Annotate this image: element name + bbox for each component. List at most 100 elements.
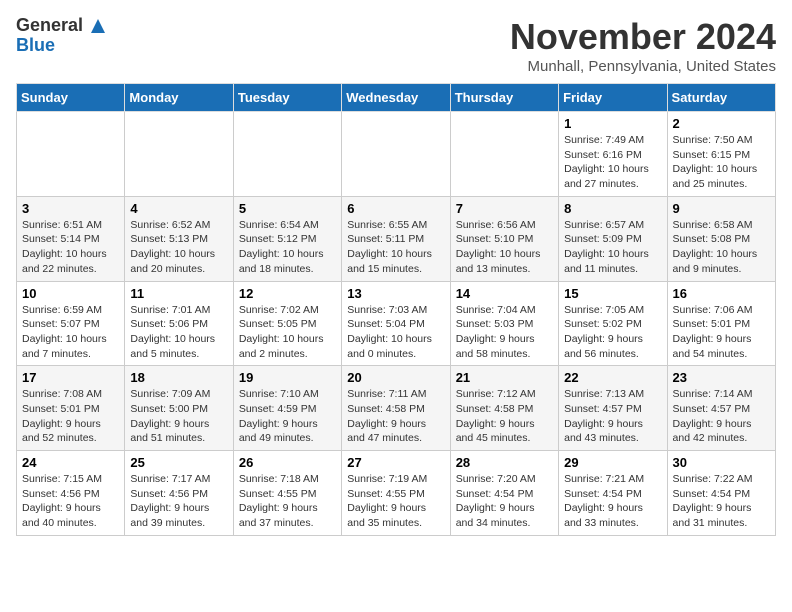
calendar-cell: 11Sunrise: 7:01 AMSunset: 5:06 PMDayligh… <box>125 281 233 366</box>
day-number: 20 <box>347 370 444 385</box>
day-number: 5 <box>239 201 336 216</box>
calendar-cell: 23 Sunrise: 7:14 AMSunset: 4:57 PMDayligh… <box>667 366 775 451</box>
day-number: 14 <box>456 286 553 301</box>
calendar-cell: 18 Sunrise: 7:09 AMSunset: 5:00 PMDayligh… <box>125 366 233 451</box>
day-info: Sunrise: 7:15 AMSunset: 4:56 PMDaylight:… <box>22 472 119 531</box>
day-number: 24 <box>22 455 119 470</box>
day-info: Sunrise: 6:51 AMSunset: 5:14 PMDaylight:… <box>22 218 119 277</box>
day-info: Sunrise: 7:08 AMSunset: 5:01 PMDaylight:… <box>22 387 119 446</box>
calendar-cell: 5 Sunrise: 6:54 AMSunset: 5:12 PMDaylight… <box>233 196 341 281</box>
calendar-cell: 13 Sunrise: 7:03 AMSunset: 5:04 PMDayligh… <box>342 281 450 366</box>
day-number: 13 <box>347 286 444 301</box>
logo: General Blue <box>16 16 107 56</box>
calendar-cell: 26 Sunrise: 7:18 AMSunset: 4:55 PMDayligh… <box>233 451 341 536</box>
day-info: Sunrise: 6:58 AMSunset: 5:08 PMDaylight:… <box>673 218 770 277</box>
calendar-cell <box>342 112 450 197</box>
day-info: Sunrise: 7:04 AMSunset: 5:03 PMDaylight:… <box>456 303 553 362</box>
calendar-cell: 20 Sunrise: 7:11 AMSunset: 4:58 PMDayligh… <box>342 366 450 451</box>
calendar-cell: 29 Sunrise: 7:21 AMSunset: 4:54 PMDayligh… <box>559 451 667 536</box>
day-number: 23 <box>673 370 770 385</box>
day-info: Sunrise: 7:10 AMSunset: 4:59 PMDaylight:… <box>239 387 336 446</box>
day-info: Sunrise: 7:17 AMSunset: 4:56 PMDaylight:… <box>130 472 227 531</box>
day-number: 1 <box>564 116 661 131</box>
calendar-cell: 3 Sunrise: 6:51 AMSunset: 5:14 PMDaylight… <box>17 196 125 281</box>
calendar-cell <box>450 112 558 197</box>
day-info: Sunrise: 7:22 AMSunset: 4:54 PMDaylight:… <box>673 472 770 531</box>
day-of-week-header: Tuesday <box>233 84 341 112</box>
day-number: 28 <box>456 455 553 470</box>
day-info: Sunrise: 6:55 AMSunset: 5:11 PMDaylight:… <box>347 218 444 277</box>
calendar-cell <box>125 112 233 197</box>
day-number: 3 <box>22 201 119 216</box>
day-info: Sunrise: 6:54 AMSunset: 5:12 PMDaylight:… <box>239 218 336 277</box>
day-number: 7 <box>456 201 553 216</box>
day-number: 27 <box>347 455 444 470</box>
day-info: Sunrise: 6:57 AMSunset: 5:09 PMDaylight:… <box>564 218 661 277</box>
logo-blue: Blue <box>16 35 55 55</box>
calendar-cell: 24 Sunrise: 7:15 AMSunset: 4:56 PMDayligh… <box>17 451 125 536</box>
day-info: Sunrise: 7:13 AMSunset: 4:57 PMDaylight:… <box>564 387 661 446</box>
day-number: 10 <box>22 286 119 301</box>
calendar-cell: 4 Sunrise: 6:52 AMSunset: 5:13 PMDaylight… <box>125 196 233 281</box>
calendar-cell: 25 Sunrise: 7:17 AMSunset: 4:56 PMDayligh… <box>125 451 233 536</box>
day-info: Sunrise: 7:05 AMSunset: 5:02 PMDaylight:… <box>564 303 661 362</box>
logo-icon <box>89 17 107 35</box>
day-of-week-header: Thursday <box>450 84 558 112</box>
day-info: Sunrise: 6:52 AMSunset: 5:13 PMDaylight:… <box>130 218 227 277</box>
calendar-cell: 27 Sunrise: 7:19 AMSunset: 4:55 PMDayligh… <box>342 451 450 536</box>
calendar-cell: 19 Sunrise: 7:10 AMSunset: 4:59 PMDayligh… <box>233 366 341 451</box>
day-info: Sunrise: 7:21 AMSunset: 4:54 PMDaylight:… <box>564 472 661 531</box>
day-info: Sunrise: 7:11 AMSunset: 4:58 PMDaylight:… <box>347 387 444 446</box>
calendar-cell: 15 Sunrise: 7:05 AMSunset: 5:02 PMDayligh… <box>559 281 667 366</box>
calendar-cell: 2Sunrise: 7:50 AMSunset: 6:15 PMDaylight… <box>667 112 775 197</box>
day-info: Sunrise: 7:14 AMSunset: 4:57 PMDaylight:… <box>673 387 770 446</box>
page-title: November 2024 <box>510 16 776 58</box>
day-number: 30 <box>673 455 770 470</box>
calendar-cell: 10 Sunrise: 6:59 AMSunset: 5:07 PMDayligh… <box>17 281 125 366</box>
calendar-cell: 22Sunrise: 7:13 AMSunset: 4:57 PMDayligh… <box>559 366 667 451</box>
day-number: 25 <box>130 455 227 470</box>
calendar-cell <box>17 112 125 197</box>
calendar-cell: 9 Sunrise: 6:58 AMSunset: 5:08 PMDaylight… <box>667 196 775 281</box>
day-info: Sunrise: 7:50 AMSunset: 6:15 PMDaylight:… <box>673 133 770 192</box>
day-info: Sunrise: 7:09 AMSunset: 5:00 PMDaylight:… <box>130 387 227 446</box>
calendar-cell: 16 Sunrise: 7:06 AMSunset: 5:01 PMDayligh… <box>667 281 775 366</box>
day-info: Sunrise: 7:18 AMSunset: 4:55 PMDaylight:… <box>239 472 336 531</box>
day-info: Sunrise: 7:02 AMSunset: 5:05 PMDaylight:… <box>239 303 336 362</box>
day-info: Sunrise: 6:56 AMSunset: 5:10 PMDaylight:… <box>456 218 553 277</box>
calendar-cell: 1 Sunrise: 7:49 AMSunset: 6:16 PMDaylight… <box>559 112 667 197</box>
day-info: Sunrise: 7:06 AMSunset: 5:01 PMDaylight:… <box>673 303 770 362</box>
day-number: 21 <box>456 370 553 385</box>
day-number: 15 <box>564 286 661 301</box>
day-info: Sunrise: 6:59 AMSunset: 5:07 PMDaylight:… <box>22 303 119 362</box>
page-subtitle: Munhall, Pennsylvania, United States <box>510 58 776 75</box>
day-number: 9 <box>673 201 770 216</box>
day-number: 29 <box>564 455 661 470</box>
day-number: 16 <box>673 286 770 301</box>
calendar-cell: 6 Sunrise: 6:55 AMSunset: 5:11 PMDaylight… <box>342 196 450 281</box>
day-of-week-header: Wednesday <box>342 84 450 112</box>
day-number: 11 <box>130 286 227 301</box>
day-info: Sunrise: 7:12 AMSunset: 4:58 PMDaylight:… <box>456 387 553 446</box>
day-info: Sunrise: 7:03 AMSunset: 5:04 PMDaylight:… <box>347 303 444 362</box>
day-number: 26 <box>239 455 336 470</box>
calendar: SundayMondayTuesdayWednesdayThursdayFrid… <box>16 83 776 536</box>
calendar-cell: 14 Sunrise: 7:04 AMSunset: 5:03 PMDayligh… <box>450 281 558 366</box>
day-number: 19 <box>239 370 336 385</box>
calendar-cell: 17 Sunrise: 7:08 AMSunset: 5:01 PMDayligh… <box>17 366 125 451</box>
header: General Blue November 2024 Munhall, Penn… <box>16 16 776 75</box>
day-number: 6 <box>347 201 444 216</box>
day-info: Sunrise: 7:49 AMSunset: 6:16 PMDaylight:… <box>564 133 661 192</box>
day-info: Sunrise: 7:20 AMSunset: 4:54 PMDaylight:… <box>456 472 553 531</box>
day-number: 4 <box>130 201 227 216</box>
calendar-cell <box>233 112 341 197</box>
day-of-week-header: Monday <box>125 84 233 112</box>
day-number: 18 <box>130 370 227 385</box>
day-number: 17 <box>22 370 119 385</box>
title-area: November 2024 Munhall, Pennsylvania, Uni… <box>510 16 776 75</box>
day-info: Sunrise: 7:19 AMSunset: 4:55 PMDaylight:… <box>347 472 444 531</box>
calendar-cell: 12 Sunrise: 7:02 AMSunset: 5:05 PMDayligh… <box>233 281 341 366</box>
calendar-cell: 21 Sunrise: 7:12 AMSunset: 4:58 PMDayligh… <box>450 366 558 451</box>
day-of-week-header: Saturday <box>667 84 775 112</box>
day-number: 12 <box>239 286 336 301</box>
